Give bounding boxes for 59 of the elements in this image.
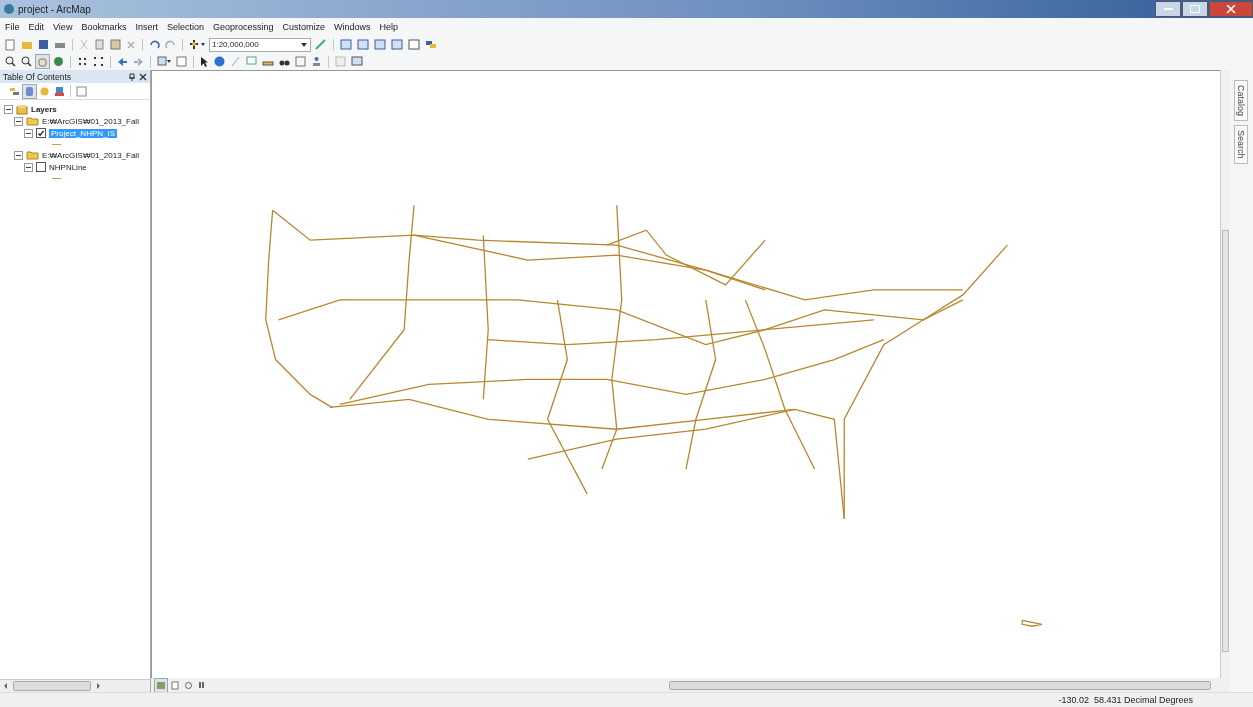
menu-item[interactable]: Customize — [282, 22, 325, 32]
collapse-toggle[interactable] — [24, 162, 33, 172]
scroll-thumb[interactable] — [669, 681, 1211, 690]
scroll-left-icon[interactable] — [4, 683, 7, 689]
maximize-button[interactable] — [1182, 1, 1208, 17]
checkbox[interactable] — [36, 162, 46, 172]
zoom-in-icon[interactable] — [4, 55, 17, 68]
close-icon — [1226, 5, 1236, 13]
collapse-toggle[interactable] — [14, 116, 23, 126]
menu-item[interactable]: Bookmarks — [81, 22, 127, 32]
menu-item[interactable]: Insert — [135, 22, 158, 32]
menu-item[interactable]: Help — [379, 22, 399, 32]
minimize-button[interactable] — [1155, 1, 1181, 17]
scroll-thumb[interactable] — [1222, 230, 1229, 652]
checkbox[interactable] — [36, 128, 46, 138]
scroll-right-icon[interactable] — [97, 683, 100, 689]
close-icon[interactable] — [139, 72, 147, 81]
horizontal-scrollbar[interactable] — [0, 679, 150, 692]
collapse-toggle[interactable] — [14, 150, 23, 160]
folder-icon — [26, 150, 39, 160]
vertical-scrollbar[interactable] — [1220, 70, 1229, 678]
side-tab[interactable]: Search — [1234, 125, 1248, 164]
scale-field[interactable]: 1:20,000,000 — [209, 37, 311, 52]
scroll-thumb[interactable] — [13, 681, 91, 691]
menu-item[interactable]: File — [5, 22, 20, 32]
menu-item[interactable]: Edit — [28, 22, 45, 32]
blank-window-icon[interactable] — [407, 38, 421, 51]
panel-title: Table Of Contents — [3, 71, 73, 82]
collapse-toggle[interactable] — [24, 128, 33, 138]
new-document-icon[interactable] — [4, 38, 17, 51]
menu-item[interactable]: Windows — [334, 22, 371, 32]
save-icon[interactable] — [37, 38, 50, 51]
menu-item[interactable]: View — [53, 22, 73, 32]
pointer-icon[interactable] — [199, 55, 210, 68]
data-view-icon[interactable] — [155, 678, 167, 692]
side-tab[interactable]: Catalog — [1234, 80, 1248, 122]
pin-icon[interactable] — [128, 72, 136, 81]
editor-pencil-icon[interactable] — [314, 38, 328, 51]
layer-item[interactable]: NHPNLine — [49, 162, 87, 172]
collapse-toggle[interactable] — [4, 104, 13, 114]
layers-stack-icon — [16, 103, 28, 115]
menu-item[interactable]: Geoprocessing — [212, 22, 274, 32]
close-button[interactable] — [1209, 1, 1253, 17]
forward-arrow-icon[interactable] — [132, 55, 145, 68]
window-title: project - ArcMap — [18, 3, 91, 15]
line-symbol-icon — [52, 143, 61, 145]
app-globe-icon — [4, 4, 14, 14]
tree-item[interactable]: Layers — [31, 104, 57, 114]
tree-item[interactable]: E:₩ArcGIS₩01_2013_Fall — [42, 150, 139, 160]
back-arrow-icon[interactable] — [116, 55, 129, 68]
select-features-icon[interactable] — [156, 55, 172, 68]
tree-item[interactable]: E:₩ArcGIS₩01_2013_Fall — [42, 116, 139, 126]
folder-icon — [26, 116, 39, 126]
undo-icon[interactable] — [148, 38, 161, 51]
zoom-out-icon[interactable] — [20, 55, 33, 68]
add-data-icon[interactable] — [188, 38, 206, 51]
line-symbol-icon — [52, 177, 61, 179]
menu-item[interactable]: Selection — [166, 22, 204, 32]
coordinates-readout: -130.02 58.431 Decimal Degrees — [1058, 695, 1193, 705]
